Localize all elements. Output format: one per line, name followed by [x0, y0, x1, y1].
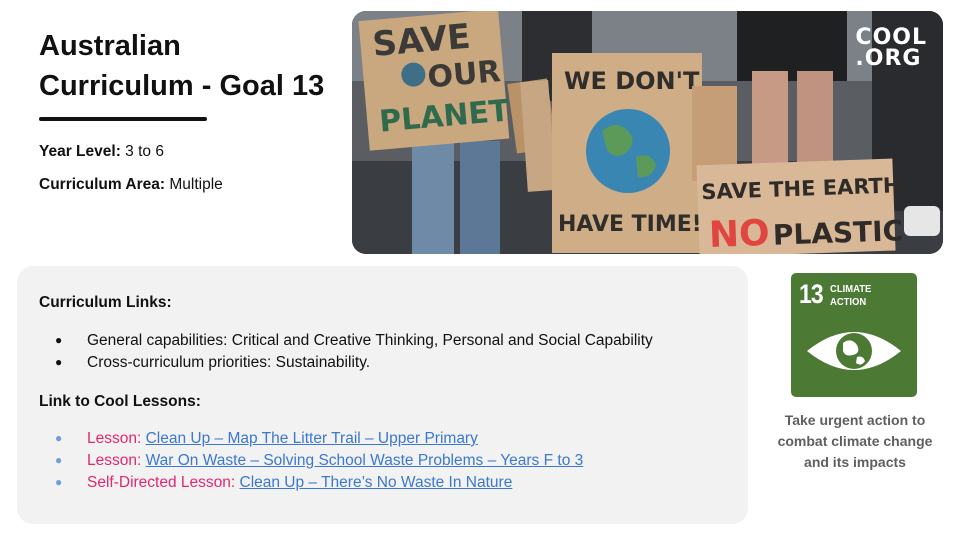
protest-photo-illustration: SAVE OUR PLANET WE DON'T HAVE TIME! SAVE… — [352, 11, 943, 254]
curriculum-links-heading: Curriculum Links: — [39, 294, 172, 311]
protest-photo: SAVE OUR PLANET WE DON'T HAVE TIME! SAVE… — [352, 11, 943, 254]
sign-our: OUR — [426, 54, 502, 95]
sign-no: NO — [708, 213, 770, 254]
year-level: Year Level: 3 to 6 — [39, 143, 164, 161]
cool-lessons-heading: Link to Cool Lessons: — [39, 393, 201, 410]
lesson-item: ● Lesson: Clean Up – Map The Litter Trail… — [55, 430, 478, 448]
bullet-icon: ● — [55, 453, 63, 467]
lesson-item: ● Lesson: War On Waste – Solving School W… — [55, 452, 583, 470]
sdg-title-line-2: ACTION — [830, 296, 867, 308]
lesson-label: Lesson: — [87, 452, 146, 469]
title-underline — [39, 117, 207, 121]
curriculum-link-text: Cross-curriculum priorities: Sustainabil… — [87, 354, 371, 371]
sdg-13-tile: 13 CLIMATE ACTION — [791, 273, 917, 397]
curriculum-area-value: Multiple — [169, 176, 223, 193]
bullet-icon: ● — [55, 355, 63, 369]
curriculum-link-text: General capabilities: Critical and Creat… — [87, 332, 653, 349]
eye-globe-icon — [807, 332, 901, 370]
sdg-number: 13 — [799, 279, 824, 309]
lesson-link[interactable]: War On Waste – Solving School Waste Prob… — [146, 452, 584, 469]
bullet-icon: ● — [55, 333, 63, 347]
list-item: ● Cross-curriculum priorities: Sustainabi… — [55, 354, 370, 372]
curriculum-area: Curriculum Area: Multiple — [39, 176, 223, 194]
lesson-label: Lesson: — [87, 430, 146, 447]
sdg-title: CLIMATE ACTION — [830, 283, 871, 309]
sign-have-time: HAVE TIME! — [558, 212, 702, 237]
bullet-icon: ● — [55, 431, 63, 445]
year-level-value: 3 to 6 — [125, 143, 164, 160]
lesson-link[interactable]: Clean Up – There’s No Waste In Nature — [240, 474, 513, 491]
logo-line-1: COOL — [855, 25, 927, 50]
cool-org-logo: COOL .ORG — [855, 25, 927, 71]
sdg-caption: Take urgent action to combat climate cha… — [777, 412, 933, 470]
bullet-icon: ● — [55, 475, 63, 489]
lesson-link[interactable]: Clean Up – Map The Litter Trail – Upper … — [146, 430, 478, 447]
page-title: Australian Curriculum - Goal 13 — [39, 30, 325, 102]
curriculum-panel: Curriculum Links: ● General capabilities:… — [17, 266, 748, 524]
lesson-label: Self-Directed Lesson: — [87, 474, 240, 491]
list-item: ● General capabilities: Critical and Crea… — [55, 332, 653, 350]
sign-we-dont: WE DON'T — [564, 67, 700, 95]
logo-line-2: .ORG — [855, 46, 922, 71]
lesson-item: ● Self-Directed Lesson: Clean Up – There’… — [55, 474, 512, 492]
year-level-label: Year Level: — [39, 143, 121, 160]
sdg-title-line-1: CLIMATE — [830, 283, 872, 295]
curriculum-area-label: Curriculum Area: — [39, 176, 166, 193]
sign-plastic: PLASTIC — [772, 214, 903, 252]
